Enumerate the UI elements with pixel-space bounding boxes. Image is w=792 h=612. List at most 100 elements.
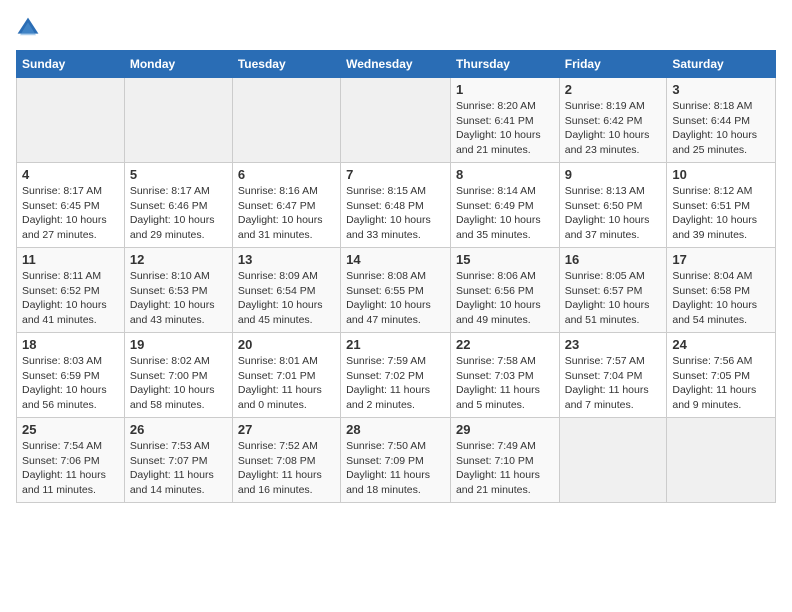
day-number: 18	[22, 337, 119, 352]
calendar-cell	[124, 78, 232, 163]
day-details: Sunrise: 8:11 AM Sunset: 6:52 PM Dayligh…	[22, 269, 119, 328]
day-number: 28	[346, 422, 445, 437]
calendar-cell: 22 Sunrise: 7:58 AM Sunset: 7:03 PM Dayli…	[450, 333, 559, 418]
calendar-week-row: 1 Sunrise: 8:20 AM Sunset: 6:41 PM Daylig…	[17, 78, 776, 163]
day-details: Sunrise: 8:12 AM Sunset: 6:51 PM Dayligh…	[672, 184, 770, 243]
day-details: Sunrise: 8:02 AM Sunset: 7:00 PM Dayligh…	[130, 354, 227, 413]
day-details: Sunrise: 8:01 AM Sunset: 7:01 PM Dayligh…	[238, 354, 335, 413]
calendar-body: 1 Sunrise: 8:20 AM Sunset: 6:41 PM Daylig…	[17, 78, 776, 503]
calendar-week-row: 4 Sunrise: 8:17 AM Sunset: 6:45 PM Daylig…	[17, 163, 776, 248]
day-number: 13	[238, 252, 335, 267]
day-details: Sunrise: 7:54 AM Sunset: 7:06 PM Dayligh…	[22, 439, 119, 498]
day-details: Sunrise: 7:50 AM Sunset: 7:09 PM Dayligh…	[346, 439, 445, 498]
day-details: Sunrise: 7:59 AM Sunset: 7:02 PM Dayligh…	[346, 354, 445, 413]
day-details: Sunrise: 8:13 AM Sunset: 6:50 PM Dayligh…	[565, 184, 662, 243]
calendar-cell: 20 Sunrise: 8:01 AM Sunset: 7:01 PM Dayli…	[232, 333, 340, 418]
calendar-cell: 1 Sunrise: 8:20 AM Sunset: 6:41 PM Daylig…	[450, 78, 559, 163]
calendar-cell: 4 Sunrise: 8:17 AM Sunset: 6:45 PM Daylig…	[17, 163, 125, 248]
day-details: Sunrise: 8:04 AM Sunset: 6:58 PM Dayligh…	[672, 269, 770, 328]
day-details: Sunrise: 8:18 AM Sunset: 6:44 PM Dayligh…	[672, 99, 770, 158]
day-details: Sunrise: 8:17 AM Sunset: 6:45 PM Dayligh…	[22, 184, 119, 243]
calendar-cell: 29 Sunrise: 7:49 AM Sunset: 7:10 PM Dayli…	[450, 418, 559, 503]
day-number: 29	[456, 422, 554, 437]
calendar-cell: 13 Sunrise: 8:09 AM Sunset: 6:54 PM Dayli…	[232, 248, 340, 333]
day-number: 20	[238, 337, 335, 352]
calendar-cell: 27 Sunrise: 7:52 AM Sunset: 7:08 PM Dayli…	[232, 418, 340, 503]
day-details: Sunrise: 7:49 AM Sunset: 7:10 PM Dayligh…	[456, 439, 554, 498]
calendar-cell	[559, 418, 667, 503]
day-details: Sunrise: 7:53 AM Sunset: 7:07 PM Dayligh…	[130, 439, 227, 498]
day-number: 12	[130, 252, 227, 267]
day-number: 15	[456, 252, 554, 267]
logo-icon	[16, 16, 40, 40]
day-details: Sunrise: 7:57 AM Sunset: 7:04 PM Dayligh…	[565, 354, 662, 413]
day-number: 7	[346, 167, 445, 182]
day-details: Sunrise: 8:15 AM Sunset: 6:48 PM Dayligh…	[346, 184, 445, 243]
day-number: 14	[346, 252, 445, 267]
calendar-cell: 26 Sunrise: 7:53 AM Sunset: 7:07 PM Dayli…	[124, 418, 232, 503]
day-number: 9	[565, 167, 662, 182]
calendar-week-row: 25 Sunrise: 7:54 AM Sunset: 7:06 PM Dayli…	[17, 418, 776, 503]
calendar-table: SundayMondayTuesdayWednesdayThursdayFrid…	[16, 50, 776, 503]
calendar-cell: 17 Sunrise: 8:04 AM Sunset: 6:58 PM Dayli…	[667, 248, 776, 333]
day-number: 16	[565, 252, 662, 267]
day-number: 22	[456, 337, 554, 352]
day-number: 25	[22, 422, 119, 437]
day-number: 24	[672, 337, 770, 352]
weekday-header-cell: Friday	[559, 51, 667, 78]
calendar-cell: 9 Sunrise: 8:13 AM Sunset: 6:50 PM Daylig…	[559, 163, 667, 248]
calendar-cell: 18 Sunrise: 8:03 AM Sunset: 6:59 PM Dayli…	[17, 333, 125, 418]
calendar-cell: 14Sunrise: 8:08 AM Sunset: 6:55 PM Dayli…	[341, 248, 451, 333]
day-number: 23	[565, 337, 662, 352]
day-details: Sunrise: 8:10 AM Sunset: 6:53 PM Dayligh…	[130, 269, 227, 328]
day-details: Sunrise: 8:06 AM Sunset: 6:56 PM Dayligh…	[456, 269, 554, 328]
day-number: 4	[22, 167, 119, 182]
weekday-header-cell: Wednesday	[341, 51, 451, 78]
day-number: 17	[672, 252, 770, 267]
day-number: 27	[238, 422, 335, 437]
calendar-cell: 2 Sunrise: 8:19 AM Sunset: 6:42 PM Daylig…	[559, 78, 667, 163]
calendar-cell: 5 Sunrise: 8:17 AM Sunset: 6:46 PM Daylig…	[124, 163, 232, 248]
calendar-cell: 7 Sunrise: 8:15 AM Sunset: 6:48 PM Daylig…	[341, 163, 451, 248]
page-header	[16, 16, 776, 40]
day-details: Sunrise: 8:09 AM Sunset: 6:54 PM Dayligh…	[238, 269, 335, 328]
day-number: 5	[130, 167, 227, 182]
day-details: Sunrise: 8:20 AM Sunset: 6:41 PM Dayligh…	[456, 99, 554, 158]
calendar-cell	[232, 78, 340, 163]
day-number: 21	[346, 337, 445, 352]
day-details: Sunrise: 8:16 AM Sunset: 6:47 PM Dayligh…	[238, 184, 335, 243]
day-number: 19	[130, 337, 227, 352]
day-details: Sunrise: 7:58 AM Sunset: 7:03 PM Dayligh…	[456, 354, 554, 413]
calendar-week-row: 11 Sunrise: 8:11 AM Sunset: 6:52 PM Dayli…	[17, 248, 776, 333]
day-details: Sunrise: 8:14 AM Sunset: 6:49 PM Dayligh…	[456, 184, 554, 243]
weekday-header-row: SundayMondayTuesdayWednesdayThursdayFrid…	[17, 51, 776, 78]
calendar-cell: 3Sunrise: 8:18 AM Sunset: 6:44 PM Daylig…	[667, 78, 776, 163]
day-number: 26	[130, 422, 227, 437]
day-number: 1	[456, 82, 554, 97]
weekday-header-cell: Monday	[124, 51, 232, 78]
calendar-cell: 25 Sunrise: 7:54 AM Sunset: 7:06 PM Dayli…	[17, 418, 125, 503]
day-number: 11	[22, 252, 119, 267]
calendar-cell: 12 Sunrise: 8:10 AM Sunset: 6:53 PM Dayli…	[124, 248, 232, 333]
calendar-cell: 19 Sunrise: 8:02 AM Sunset: 7:00 PM Dayli…	[124, 333, 232, 418]
day-details: Sunrise: 8:19 AM Sunset: 6:42 PM Dayligh…	[565, 99, 662, 158]
calendar-cell: 28 Sunrise: 7:50 AM Sunset: 7:09 PM Dayli…	[341, 418, 451, 503]
day-details: Sunrise: 8:03 AM Sunset: 6:59 PM Dayligh…	[22, 354, 119, 413]
day-details: Sunrise: 7:56 AM Sunset: 7:05 PM Dayligh…	[672, 354, 770, 413]
calendar-cell: 15 Sunrise: 8:06 AM Sunset: 6:56 PM Dayli…	[450, 248, 559, 333]
calendar-cell: 10Sunrise: 8:12 AM Sunset: 6:51 PM Dayli…	[667, 163, 776, 248]
calendar-cell: 24 Sunrise: 7:56 AM Sunset: 7:05 PM Dayli…	[667, 333, 776, 418]
day-number: 2	[565, 82, 662, 97]
calendar-week-row: 18 Sunrise: 8:03 AM Sunset: 6:59 PM Dayli…	[17, 333, 776, 418]
calendar-cell	[341, 78, 451, 163]
calendar-cell: 21 Sunrise: 7:59 AM Sunset: 7:02 PM Dayli…	[341, 333, 451, 418]
day-details: Sunrise: 8:17 AM Sunset: 6:46 PM Dayligh…	[130, 184, 227, 243]
weekday-header-cell: Tuesday	[232, 51, 340, 78]
day-number: 6	[238, 167, 335, 182]
calendar-cell	[667, 418, 776, 503]
calendar-cell	[17, 78, 125, 163]
day-details: Sunrise: 7:52 AM Sunset: 7:08 PM Dayligh…	[238, 439, 335, 498]
day-number: 8	[456, 167, 554, 182]
weekday-header-cell: Thursday	[450, 51, 559, 78]
calendar-cell: 23 Sunrise: 7:57 AM Sunset: 7:04 PM Dayli…	[559, 333, 667, 418]
